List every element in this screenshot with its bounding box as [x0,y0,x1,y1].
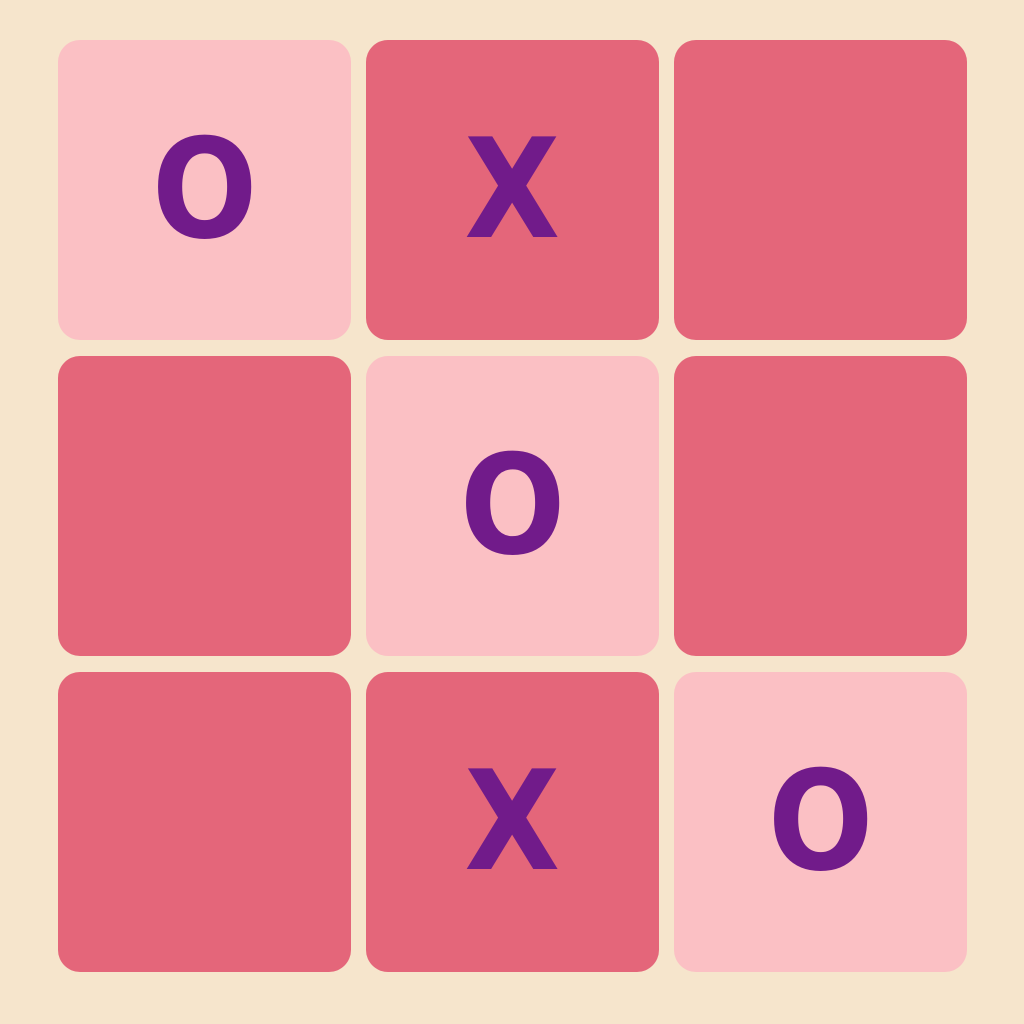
cell-r2-c2[interactable]: O [366,356,659,656]
game-board: O X O X O [58,40,968,974]
cell-r2-c3[interactable] [674,356,967,656]
cell-r3-c3[interactable]: O [674,672,967,972]
cell-r3-c1[interactable] [58,672,351,972]
cell-r1-c2[interactable]: X [366,40,659,340]
cell-mark: O [151,109,258,270]
cell-mark: O [459,425,566,586]
cell-r1-c3[interactable] [674,40,967,340]
cell-mark: X [464,109,561,270]
cell-r2-c1[interactable] [58,356,351,656]
cell-mark: O [767,741,874,902]
cell-r3-c2[interactable]: X [366,672,659,972]
cell-mark: X [464,741,561,902]
cell-r1-c1[interactable]: O [58,40,351,340]
